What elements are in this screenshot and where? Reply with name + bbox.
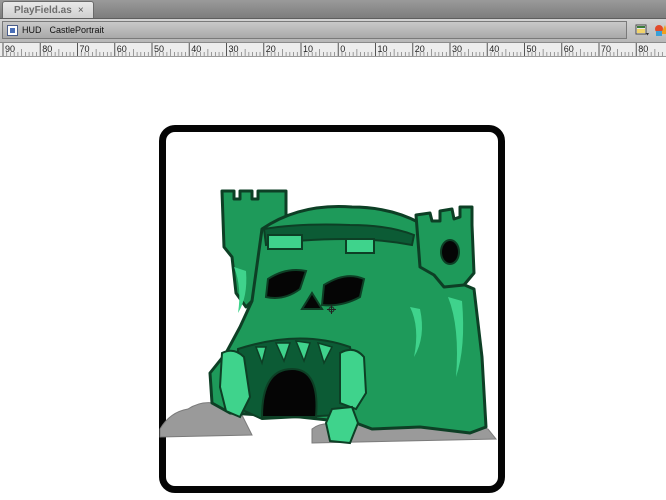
close-tab-icon[interactable]: × [78,5,84,16]
registration-crosshair-icon [327,305,336,314]
horizontal-ruler: 90 80 70 60 50 40 30 20 10 0 10 20 30 40 50 60 70 80 [0,43,666,57]
edit-scene-icon [635,24,649,36]
tower-window [440,239,460,265]
brow-block-left [267,234,303,250]
edit-scene-button[interactable] [634,21,652,39]
tab-label: PlayField.as [14,4,72,16]
stage-canvas[interactable] [0,57,666,500]
breadcrumb-item-castleportrait[interactable]: CastlePortrait [50,25,105,35]
breadcrumb: HUD CastlePortrait [2,21,627,39]
document-tab-bar: PlayField.as × [0,0,666,19]
edit-symbols-button[interactable] [652,21,666,39]
edit-symbols-icon [655,25,666,36]
ruler-label: 0 [340,44,345,54]
tab-playfield[interactable]: PlayField.as × [2,1,94,18]
castle-grayskull-portrait[interactable] [0,57,666,500]
ruler-ticks: 90 80 70 60 50 40 30 20 10 0 10 20 30 40 50 60 70 80 [2,43,663,56]
fang-left [218,349,252,419]
fang-right [339,348,368,411]
brow-block-right [345,238,375,254]
breadcrumb-item-hud[interactable]: HUD [22,25,42,35]
edit-bar: HUD CastlePortrait [0,19,666,43]
jaw-block [324,405,360,445]
scene-icon [7,24,18,36]
